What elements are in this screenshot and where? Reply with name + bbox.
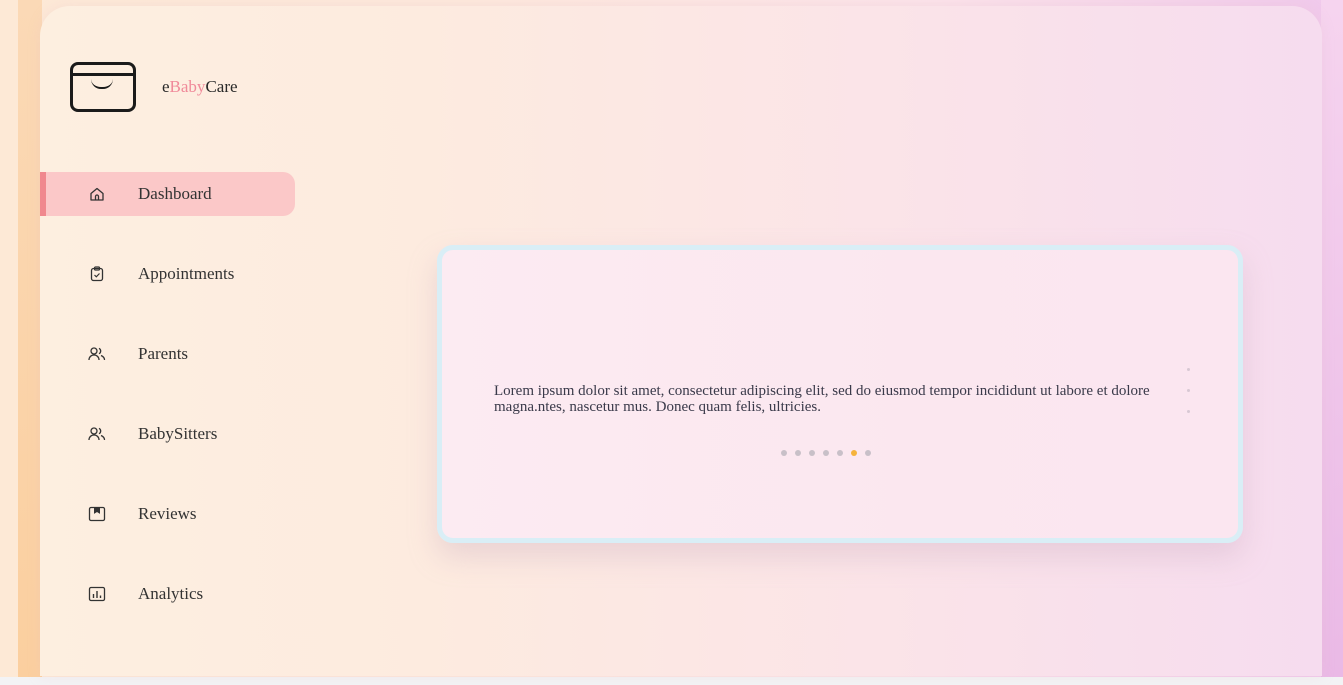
side-dot [1187, 410, 1190, 413]
sidebar-item-label: Reviews [138, 504, 197, 523]
left-edge-strip [18, 0, 42, 677]
clipboard-icon [88, 265, 106, 283]
sidebar-nav: Dashboard Appointments Parents BabySitte… [40, 172, 340, 652]
users-icon [88, 425, 106, 443]
carousel-side-indicator [1187, 368, 1190, 413]
carousel-dot[interactable] [865, 450, 871, 456]
sidebar-item-label: Appointments [138, 264, 235, 283]
users-icon [88, 345, 106, 363]
basket-logo-icon [70, 62, 136, 112]
sidebar: eBabyCare Dashboard Appointments Parents [40, 6, 340, 676]
carousel-dot[interactable] [837, 450, 843, 456]
side-dot [1187, 368, 1190, 371]
sidebar-item-babysitters[interactable]: BabySitters [40, 412, 340, 456]
sidebar-item-analytics[interactable]: Analytics [40, 572, 340, 616]
brand-prefix: e [162, 77, 170, 96]
sidebar-item-label: Dashboard [138, 184, 212, 203]
chart-icon [88, 585, 106, 603]
bookmark-box-icon [88, 505, 106, 523]
home-icon [88, 185, 106, 203]
carousel-card: Lorem ipsum dolor sit amet, consectetur … [437, 245, 1243, 543]
carousel-dot-active[interactable] [851, 450, 857, 456]
right-edge-strip [1321, 0, 1343, 677]
sidebar-item-label: BabySitters [138, 424, 218, 443]
sidebar-item-label: Parents [138, 344, 189, 363]
sidebar-item-appointments[interactable]: Appointments [40, 252, 340, 296]
carousel-text: Lorem ipsum dolor sit amet, consectetur … [494, 383, 1150, 415]
brand-logo[interactable]: eBabyCare [70, 62, 238, 112]
carousel-dot[interactable] [823, 450, 829, 456]
sidebar-item-label: Analytics [138, 584, 204, 603]
side-dot [1187, 389, 1190, 392]
carousel-dot[interactable] [809, 450, 815, 456]
sidebar-item-parents[interactable]: Parents [40, 332, 340, 376]
carousel-dot[interactable] [781, 450, 787, 456]
brand-name: eBabyCare [162, 77, 238, 97]
sidebar-item-reviews[interactable]: Reviews [40, 492, 340, 536]
carousel-indicators [781, 450, 871, 456]
brand-suffix: Care [205, 77, 238, 96]
brand-accent: Baby [169, 77, 206, 96]
carousel-dot[interactable] [795, 450, 801, 456]
sidebar-item-dashboard[interactable]: Dashboard [40, 172, 295, 216]
